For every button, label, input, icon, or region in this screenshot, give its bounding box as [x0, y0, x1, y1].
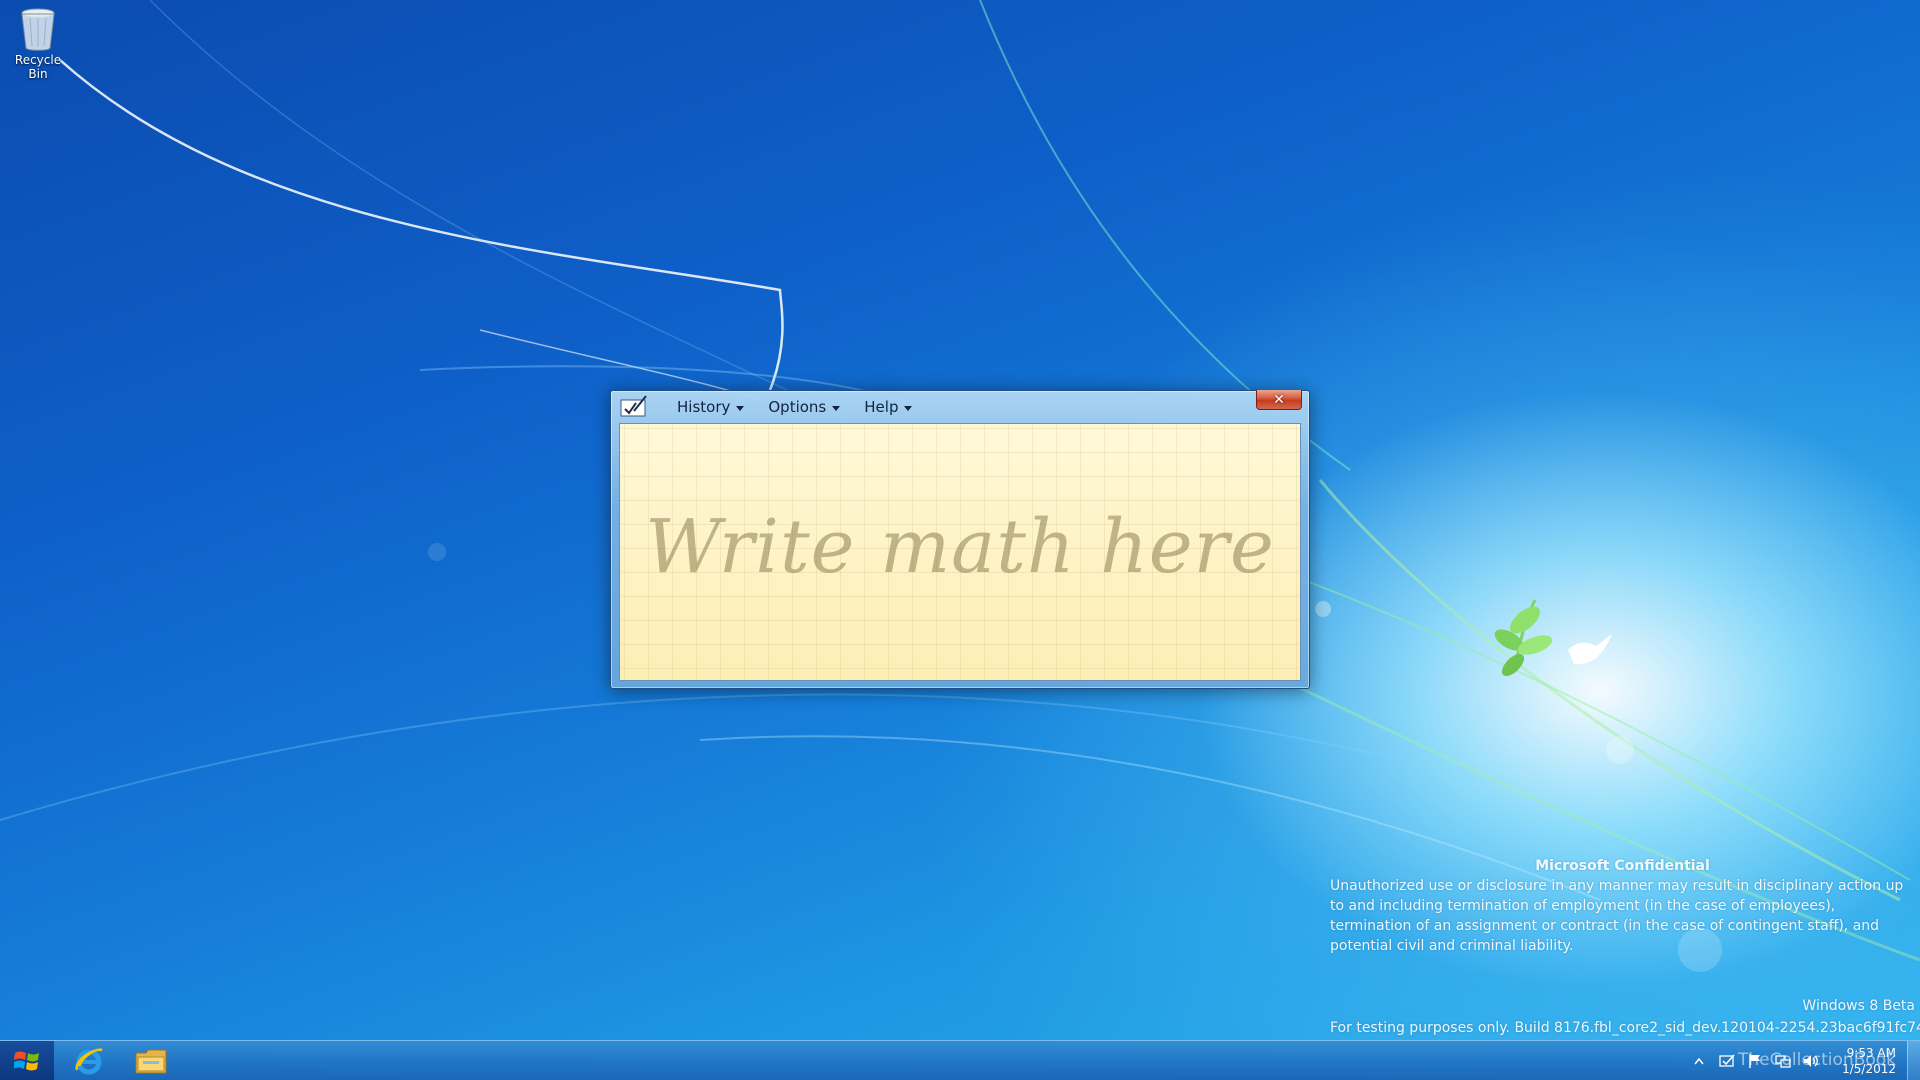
close-button[interactable]: ✕	[1256, 390, 1302, 410]
internet-explorer-icon	[75, 1048, 103, 1075]
clock[interactable]: 9:53 AM 1/5/2012	[1842, 1045, 1896, 1077]
taskbar-internet-explorer[interactable]	[60, 1041, 118, 1080]
menu-options-label: Options	[768, 398, 827, 416]
taskbar-file-explorer[interactable]	[122, 1041, 180, 1080]
writing-area[interactable]: Write math here	[619, 423, 1301, 681]
clock-date: 1/5/2012	[1842, 1062, 1896, 1076]
system-tray: 9:53 AM 1/5/2012	[1690, 1041, 1896, 1080]
watermark-title: Microsoft Confidential	[1535, 858, 1710, 874]
bird	[1568, 634, 1612, 665]
watermark-build: For testing purposes only. Build 8176.fb…	[1330, 1020, 1920, 1036]
chevron-down-icon	[904, 405, 913, 411]
close-icon: ✕	[1273, 391, 1285, 408]
math-input-icon[interactable]	[620, 395, 648, 417]
taskbar: 9:53 AM 1/5/2012	[0, 1040, 1920, 1080]
title-bar[interactable]: History Options Help ✕	[611, 390, 1309, 421]
volume-icon[interactable]	[1802, 1052, 1820, 1070]
desktop-icon-recycle-bin[interactable]: Recycle Bin	[4, 6, 72, 81]
recycle-bin-icon	[21, 8, 55, 51]
menu-help-label: Help	[864, 398, 899, 416]
flag-icon[interactable]	[1746, 1052, 1764, 1070]
file-explorer-icon	[135, 1049, 167, 1074]
build-watermark: Microsoft Confidential Unauthorized use …	[1330, 856, 1920, 1036]
show-hidden-icons[interactable]	[1690, 1052, 1708, 1070]
menu-history[interactable]: History	[665, 396, 756, 418]
watermark-body: Unauthorized use or disclosure in any ma…	[1330, 878, 1904, 954]
chevron-down-icon	[832, 405, 841, 411]
windows-logo-icon	[14, 1051, 39, 1071]
menu-bar: History Options Help	[665, 396, 924, 418]
watermark-edition: Windows 8 Beta	[1802, 998, 1915, 1014]
clock-time: 9:53 AM	[1846, 1046, 1896, 1060]
show-desktop-button[interactable]	[1907, 1041, 1920, 1080]
network-icon[interactable]	[1774, 1052, 1792, 1070]
chevron-down-icon	[736, 405, 745, 411]
menu-history-label: History	[677, 398, 731, 416]
writing-hint: Write math here	[645, 504, 1275, 590]
action-center-icon[interactable]	[1718, 1052, 1736, 1070]
desktop: Recycle Bin History Options Help ✕ Write…	[0, 0, 1920, 1080]
menu-help[interactable]: Help	[852, 396, 924, 418]
recycle-bin-label: Recycle Bin	[14, 53, 62, 81]
start-button[interactable]	[0, 1041, 54, 1080]
math-input-panel-window: History Options Help ✕ Write math here	[610, 390, 1310, 689]
menu-options[interactable]: Options	[756, 396, 852, 418]
